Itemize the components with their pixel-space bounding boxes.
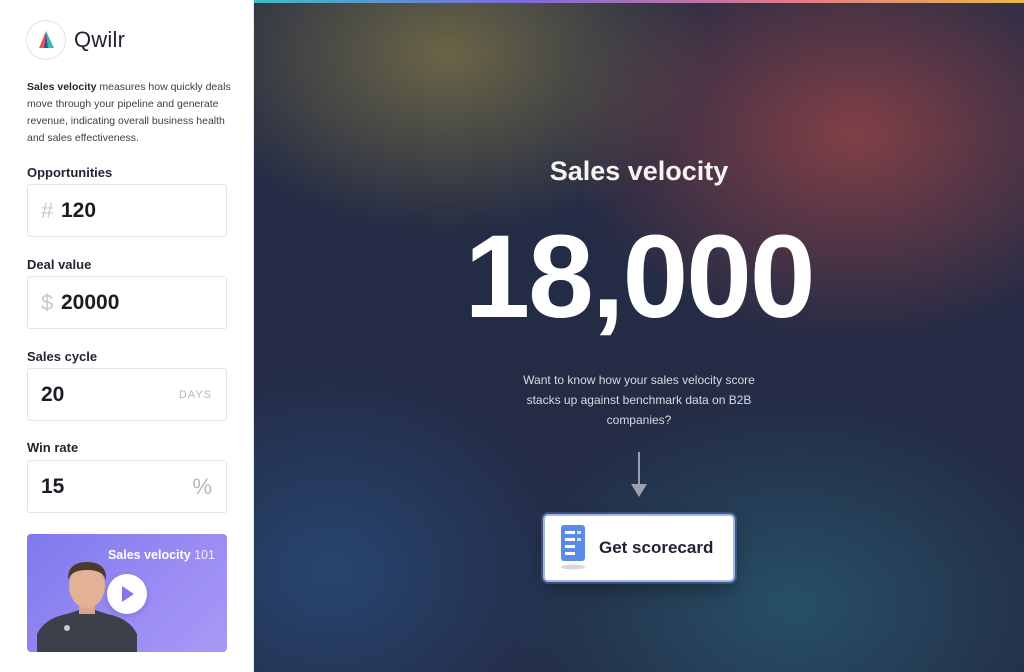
win-rate-label: Win rate [27, 440, 79, 455]
sales-cycle-field[interactable]: 20 DAYS [27, 368, 227, 421]
result-title: Sales velocity [549, 156, 729, 186]
brand-name: Qwilr [74, 27, 126, 52]
get-scorecard-label: Get scorecard [599, 538, 714, 557]
sales-velocity-value: 18,000 [464, 211, 816, 343]
video-thumbnail[interactable]: Sales velocity 101 [27, 534, 227, 652]
scorecard-icon [561, 525, 585, 570]
win-rate-field[interactable]: 15 % [27, 460, 227, 513]
sidebar: Qwilr Sales velocity measures how quickl… [0, 0, 254, 672]
cta-text: Want to know how your sales velocity sco… [523, 373, 755, 427]
deal-value-field[interactable]: $ 20000 [27, 276, 227, 329]
get-scorecard-button[interactable]: Get scorecard [543, 514, 735, 582]
sales-cycle-label: Sales cycle [27, 349, 98, 364]
play-icon[interactable] [107, 574, 147, 614]
deal-value-value[interactable]: 20000 [61, 291, 119, 315]
win-rate-value[interactable]: 15 [41, 475, 64, 499]
hash-icon: # [41, 197, 54, 223]
percent-unit: % [192, 473, 212, 499]
qwilr-logo [26, 20, 66, 60]
opportunities-value[interactable]: 120 [61, 199, 96, 223]
deal-value-label: Deal value [27, 257, 92, 272]
opportunities-label: Opportunities [27, 165, 113, 180]
dollar-icon: $ [41, 289, 54, 315]
arrow-down-icon [631, 452, 647, 497]
brand[interactable]: Qwilr [26, 20, 125, 60]
days-unit: DAYS [178, 388, 212, 401]
top-accent-bar [254, 0, 1024, 3]
sales-cycle-value[interactable]: 20 [41, 383, 64, 407]
intro-text: Sales velocity measures how quickly deal… [27, 79, 235, 147]
video-title-sub: 101 [194, 548, 215, 562]
result-panel: Sales velocity 18,000 Want to know how y… [254, 0, 1024, 672]
opportunities-field[interactable]: # 120 [27, 184, 227, 237]
intro-lead: Sales velocity [27, 81, 97, 93]
